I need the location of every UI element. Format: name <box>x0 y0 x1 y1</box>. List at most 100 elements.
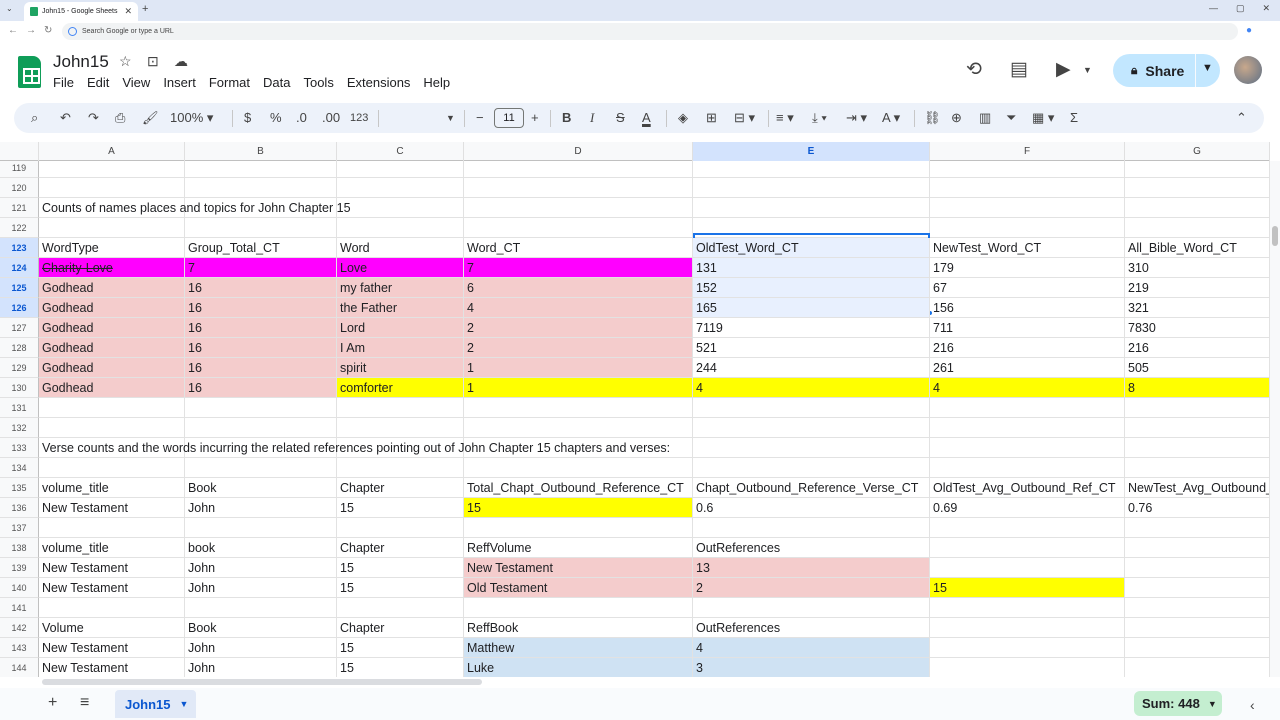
document-title[interactable]: John15 <box>53 52 109 72</box>
move-folder-icon[interactable]: ⊡ <box>147 53 159 70</box>
comments-icon[interactable]: ▤ <box>1010 58 1028 81</box>
cell-b135[interactable]: Book <box>185 478 337 498</box>
cell-g138[interactable] <box>1125 538 1270 558</box>
horizontal-align-icon[interactable]: ≡ ▾ <box>776 110 794 126</box>
cell-b134[interactable] <box>185 458 337 478</box>
row-header[interactable]: 129 <box>0 358 39 378</box>
cell-f136[interactable]: 0.69 <box>930 498 1125 518</box>
cell-f121[interactable] <box>930 198 1125 218</box>
cell-b124[interactable]: 7 <box>185 258 337 278</box>
cell-e119[interactable] <box>693 161 930 178</box>
cell-f130[interactable]: 4 <box>930 378 1125 398</box>
cell-d126[interactable]: 4 <box>464 298 693 318</box>
cell-f125[interactable]: 67 <box>930 278 1125 298</box>
filter-icon[interactable]: ⏷ <box>1006 110 1016 126</box>
cell-b119[interactable] <box>185 161 337 178</box>
avatar[interactable] <box>1234 56 1262 84</box>
horizontal-scroll-thumb[interactable] <box>42 679 482 685</box>
row-header[interactable]: 137 <box>0 518 39 538</box>
row-header[interactable]: 143 <box>0 638 39 658</box>
cell-a121[interactable]: Counts of names places and topics for Jo… <box>39 198 351 218</box>
cell-e136[interactable]: 0.6 <box>693 498 930 518</box>
cell-a132[interactable] <box>39 418 185 438</box>
cell-a133[interactable]: Verse counts and the words incurring the… <box>39 438 670 458</box>
cell-b140[interactable]: John <box>185 578 337 598</box>
row-header[interactable]: 140 <box>0 578 39 598</box>
cell-f129[interactable]: 261 <box>930 358 1125 378</box>
cell-f141[interactable] <box>930 598 1125 618</box>
column-header-e[interactable]: E <box>693 142 930 161</box>
text-rotation-icon[interactable]: A ▾ <box>882 110 900 126</box>
cell-a130[interactable]: Godhead <box>39 378 185 398</box>
cell-d122[interactable] <box>464 218 693 238</box>
print-icon[interactable]: ⎙ <box>115 110 125 126</box>
cell-f143[interactable] <box>930 638 1125 658</box>
decrease-font-size-icon[interactable]: − <box>476 110 484 125</box>
cell-b126[interactable]: 16 <box>185 298 337 318</box>
cell-b125[interactable]: 16 <box>185 278 337 298</box>
row-header[interactable]: 138 <box>0 538 39 558</box>
cell-f133[interactable] <box>930 438 1125 458</box>
cell-d123[interactable]: Word_CT <box>464 238 693 258</box>
menu-tools[interactable]: Tools <box>303 75 333 90</box>
cell-a135[interactable]: volume_title <box>39 478 185 498</box>
cell-g124[interactable]: 310 <box>1125 258 1270 278</box>
share-dropdown-icon[interactable]: ▼ <box>1202 62 1213 74</box>
cell-g129[interactable]: 505 <box>1125 358 1270 378</box>
cell-c136[interactable]: 15 <box>337 498 464 518</box>
cell-a141[interactable] <box>39 598 185 618</box>
column-header-b[interactable]: B <box>185 142 337 161</box>
cell-d130[interactable]: 1 <box>464 378 693 398</box>
cell-e142[interactable]: OutReferences <box>693 618 930 638</box>
tab-search-icon[interactable]: ⌄ <box>6 4 13 13</box>
cell-e139[interactable]: 13 <box>693 558 930 578</box>
cell-f132[interactable] <box>930 418 1125 438</box>
cell-g139[interactable] <box>1125 558 1270 578</box>
row-header[interactable]: 134 <box>0 458 39 478</box>
cell-f128[interactable]: 216 <box>930 338 1125 358</box>
more-formats-button[interactable]: 123 <box>350 112 368 124</box>
cell-e120[interactable] <box>693 178 930 198</box>
cell-g144[interactable] <box>1125 658 1270 677</box>
cell-e122[interactable] <box>693 218 930 238</box>
cell-b128[interactable]: 16 <box>185 338 337 358</box>
cell-g125[interactable]: 219 <box>1125 278 1270 298</box>
cell-d142[interactable]: ReffBook <box>464 618 693 638</box>
redo-icon[interactable]: ↷ <box>88 110 99 126</box>
cell-a134[interactable] <box>39 458 185 478</box>
fill-color-icon[interactable]: ◈ <box>678 110 688 126</box>
cell-e129[interactable]: 244 <box>693 358 930 378</box>
cell-c126[interactable]: the Father <box>337 298 464 318</box>
cell-g126[interactable]: 321 <box>1125 298 1270 318</box>
cell-b122[interactable] <box>185 218 337 238</box>
cell-b139[interactable]: John <box>185 558 337 578</box>
row-header[interactable]: 131 <box>0 398 39 418</box>
cell-g140[interactable] <box>1125 578 1270 598</box>
cell-e124[interactable]: 131 <box>693 258 930 278</box>
cell-f139[interactable] <box>930 558 1125 578</box>
row-header[interactable]: 141 <box>0 598 39 618</box>
cell-e138[interactable]: OutReferences <box>693 538 930 558</box>
cell-f135[interactable]: OldTest_Avg_Outbound_Ref_CT <box>930 478 1125 498</box>
cell-a124[interactable]: Charity-Love <box>39 258 185 278</box>
cell-d138[interactable]: ReffVolume <box>464 538 693 558</box>
cell-f138[interactable] <box>930 538 1125 558</box>
cell-d121[interactable] <box>464 198 693 218</box>
cell-d125[interactable]: 6 <box>464 278 693 298</box>
cell-f137[interactable] <box>930 518 1125 538</box>
cell-a128[interactable]: Godhead <box>39 338 185 358</box>
cloud-status-icon[interactable]: ☁ <box>174 53 188 70</box>
cell-a131[interactable] <box>39 398 185 418</box>
increase-font-size-icon[interactable]: + <box>531 110 539 125</box>
cell-e125[interactable]: 152 <box>693 278 930 298</box>
paint-format-icon[interactable]: 🖌︎ <box>142 110 159 126</box>
cell-c144[interactable]: 15 <box>337 658 464 677</box>
cell-f140[interactable]: 15 <box>930 578 1125 598</box>
all-sheets-icon[interactable]: ≡ <box>80 694 89 712</box>
cell-g122[interactable] <box>1125 218 1270 238</box>
cell-c129[interactable]: spirit <box>337 358 464 378</box>
row-header[interactable]: 144 <box>0 658 39 677</box>
cell-d144[interactable]: Luke <box>464 658 693 677</box>
cell-b130[interactable]: 16 <box>185 378 337 398</box>
cell-d143[interactable]: Matthew <box>464 638 693 658</box>
